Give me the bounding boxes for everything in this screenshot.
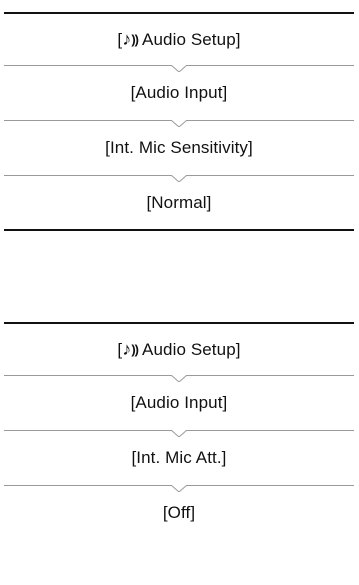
- separator: [4, 375, 354, 382]
- menu-audio-setup: [♪)) Audio Setup]: [4, 14, 354, 65]
- menu-path-mic-attenuator: [♪)) Audio Setup] [Audio Input] [Int. Mic…: [4, 322, 354, 539]
- sound-waves-icon: )): [131, 32, 139, 47]
- chevron-down-icon: [171, 430, 187, 437]
- menu-audio-setup-label: Audio Setup]: [142, 30, 241, 49]
- menu-int-mic-att: [Int. Mic Att.]: [131, 448, 227, 467]
- bottom-rule: [4, 229, 354, 231]
- chevron-down-icon: [171, 375, 187, 382]
- menu-audio-setup-label: Audio Setup]: [142, 340, 241, 359]
- menu-audio-input: [Audio Input]: [130, 83, 228, 102]
- menu-audio-setup: [♪)) Audio Setup]: [4, 324, 354, 375]
- separator: [4, 430, 354, 437]
- audio-note-icon: ♪: [122, 339, 132, 359]
- separator: [4, 65, 354, 72]
- sound-waves-icon: )): [131, 342, 139, 357]
- chevron-down-icon: [171, 120, 187, 127]
- menu-value-off: [Off]: [162, 503, 196, 522]
- separator: [4, 175, 354, 182]
- separator: [4, 485, 354, 492]
- chevron-down-icon: [171, 65, 187, 72]
- menu-path-audio-sensitivity: [♪)) Audio Setup] [Audio Input] [Int. Mic…: [4, 12, 354, 231]
- separator: [4, 120, 354, 127]
- menu-value-normal: [Normal]: [146, 193, 212, 212]
- chevron-down-icon: [171, 175, 187, 182]
- menu-int-mic-sensitivity: [Int. Mic Sensitivity]: [105, 138, 253, 157]
- menu-audio-input: [Audio Input]: [130, 393, 228, 412]
- audio-note-icon: ♪: [122, 29, 132, 49]
- chevron-down-icon: [171, 485, 187, 492]
